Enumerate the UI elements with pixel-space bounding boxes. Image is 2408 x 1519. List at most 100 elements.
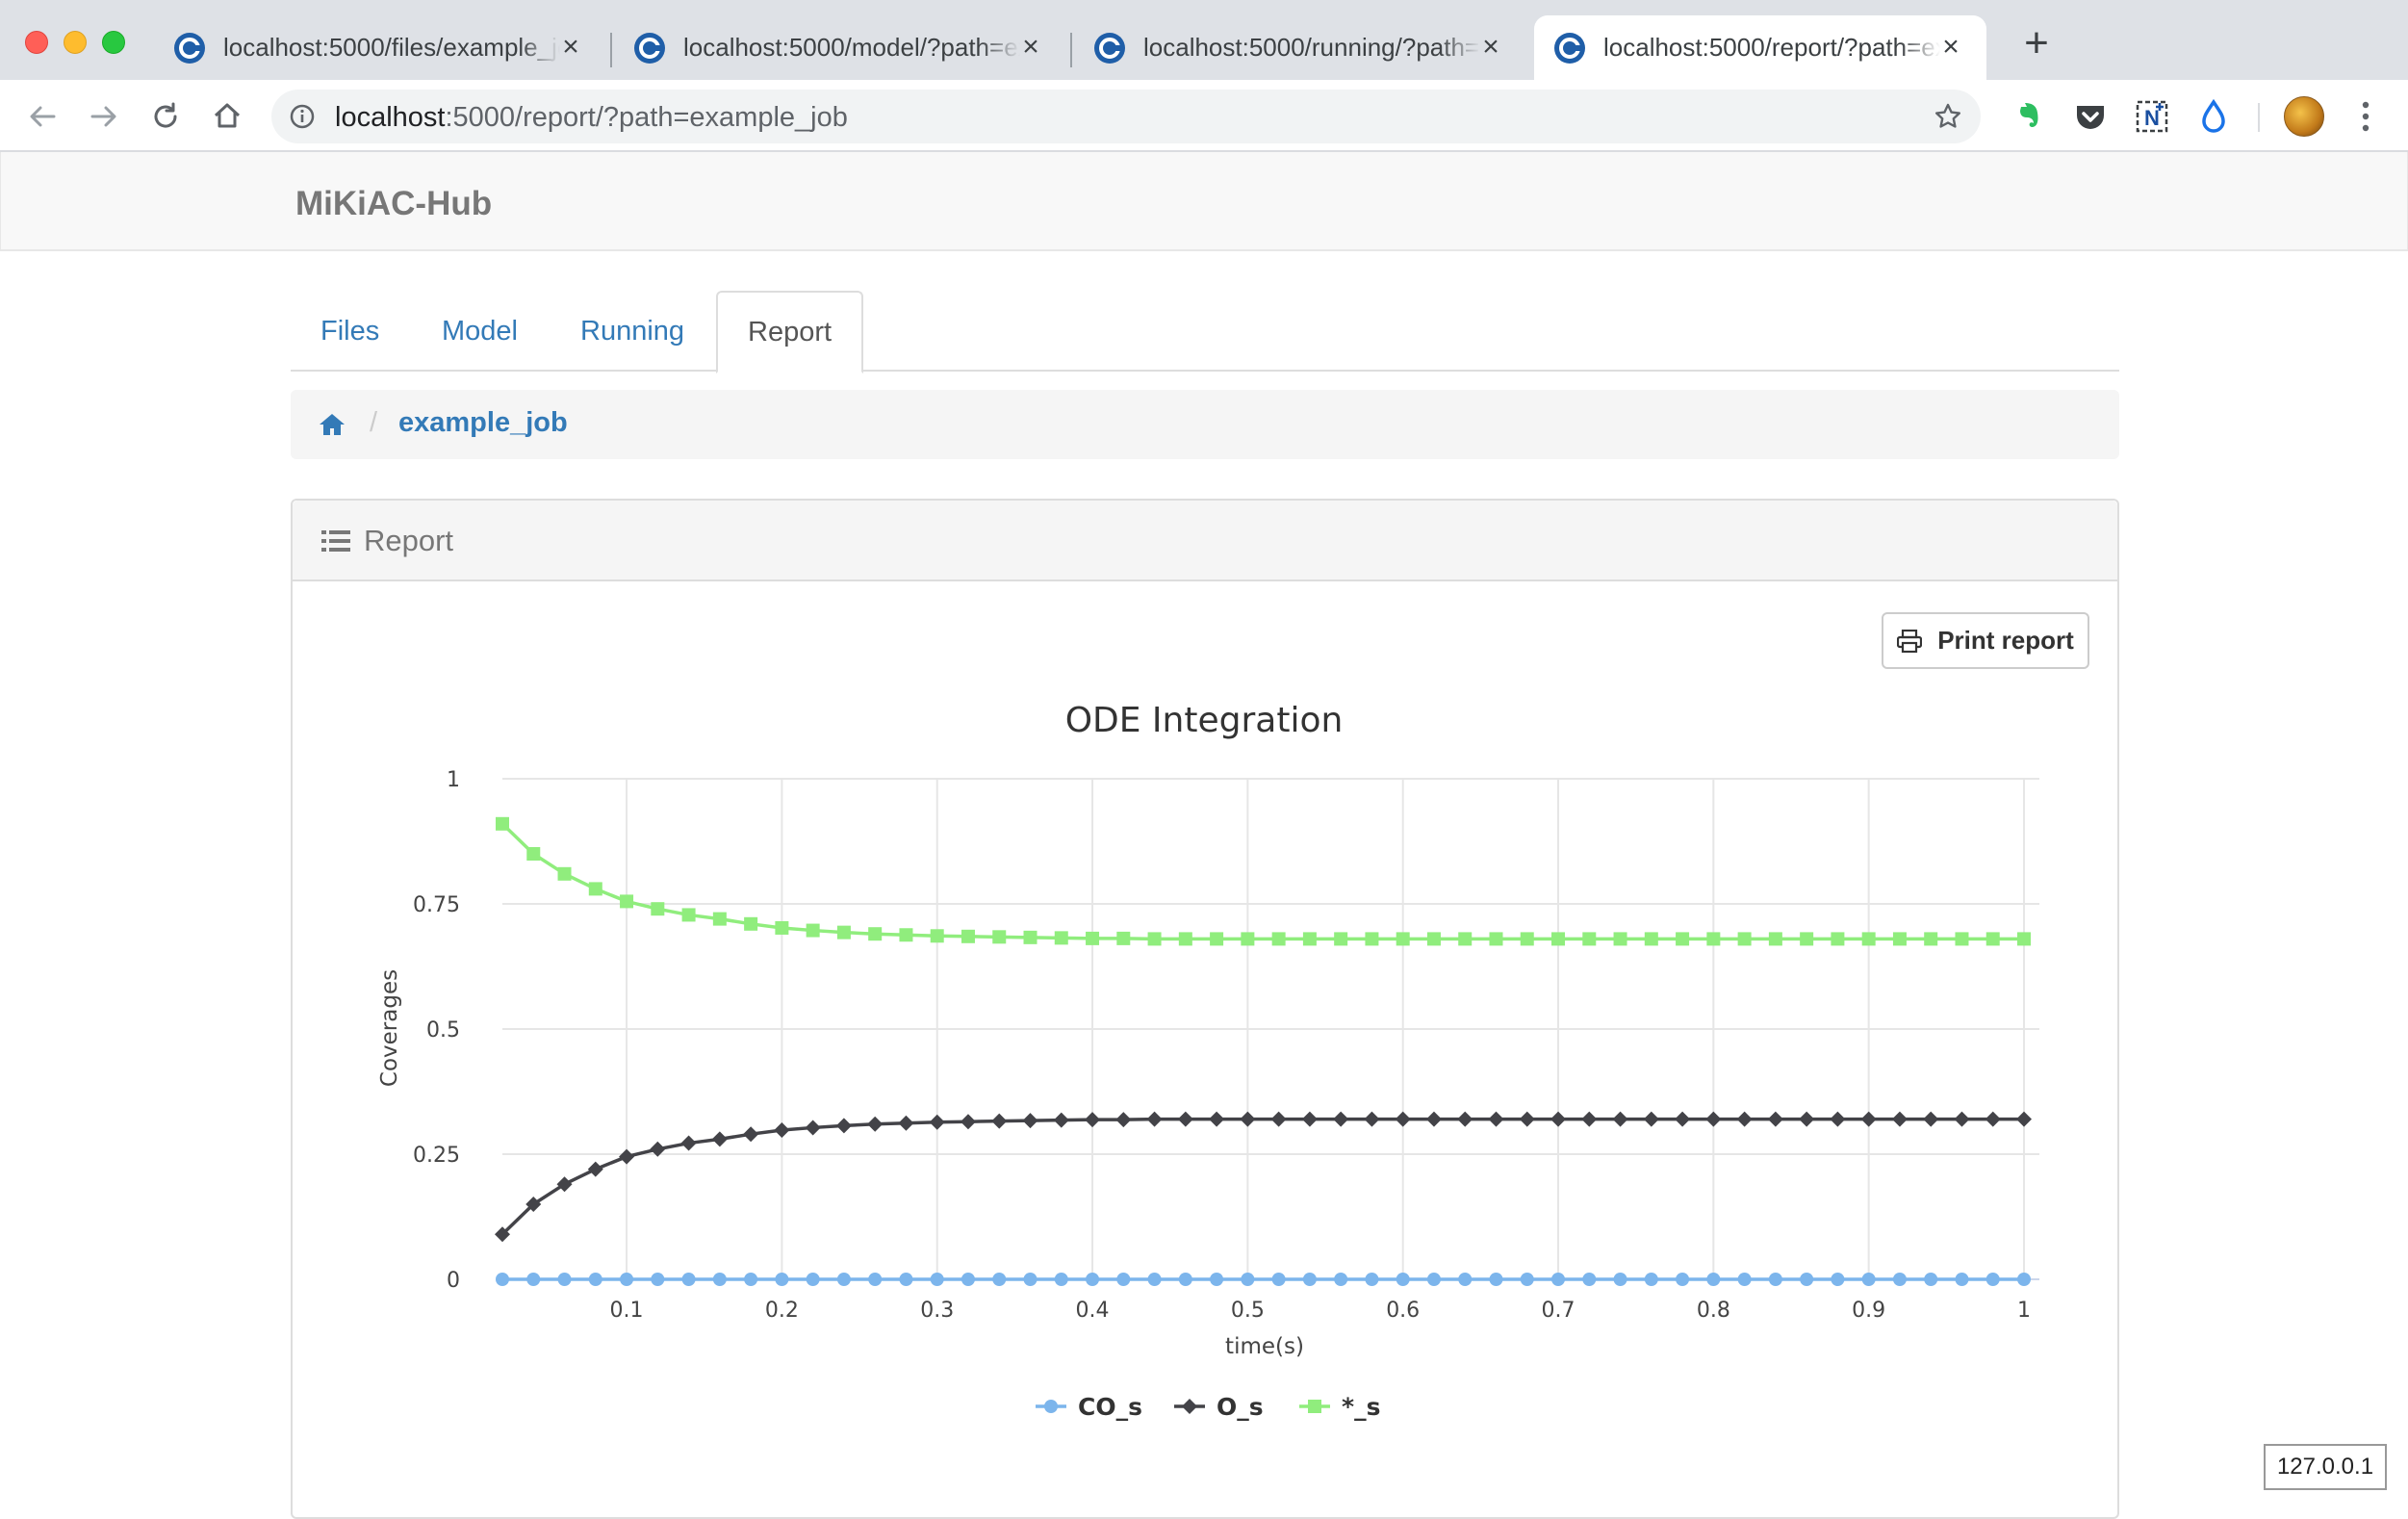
data-point: [1985, 1273, 2000, 1286]
data-point: [1613, 1273, 1627, 1286]
data-point: [1551, 932, 1566, 946]
data-point: [1489, 1273, 1503, 1286]
x-tick-label: 0.6: [1386, 1299, 1420, 1323]
data-point: [712, 912, 727, 926]
data-point: [681, 908, 696, 922]
data-point: [557, 866, 572, 881]
data-point: [1301, 1111, 1318, 1127]
data-point: [1582, 932, 1597, 946]
x-tick-label: 0.9: [1852, 1299, 1885, 1323]
data-point: [836, 1273, 851, 1286]
data-point: [1116, 1273, 1131, 1286]
data-point: [1426, 932, 1441, 946]
legend-item: CO_s: [1036, 1393, 1142, 1421]
data-point: [1985, 1111, 2001, 1127]
data-point: [1551, 1273, 1566, 1286]
data-point: [775, 920, 789, 935]
data-point: [835, 1118, 852, 1134]
data-point: [557, 1273, 572, 1286]
data-point: [1240, 1111, 1256, 1127]
data-point: [1954, 1111, 1970, 1127]
data-point: [1302, 932, 1317, 946]
data-point: [1271, 1273, 1286, 1286]
y-tick-label: 0: [447, 1269, 460, 1293]
legend-marker: [1044, 1400, 1058, 1413]
legend-label: CO_s: [1078, 1393, 1142, 1421]
data-point: [899, 928, 913, 942]
chart-grid: [502, 778, 2039, 1280]
data-point: [1768, 1273, 1782, 1286]
data-point: [991, 1113, 1008, 1129]
data-point: [898, 1115, 914, 1131]
data-point: [2016, 1111, 2032, 1127]
y-tick-label: 0.75: [413, 893, 460, 917]
data-point: [1860, 1111, 1877, 1127]
data-point: [1675, 1111, 1691, 1127]
data-point: [744, 916, 758, 931]
legend-marker: [1182, 1399, 1197, 1414]
data-point: [1768, 932, 1782, 946]
data-point: [1426, 1273, 1441, 1286]
data-point: [2017, 1273, 2031, 1286]
data-point: [1086, 1273, 1100, 1286]
data-point: [992, 1273, 1007, 1286]
legend-item: O_s: [1174, 1393, 1264, 1421]
data-point: [1581, 1111, 1598, 1127]
data-point: [1706, 932, 1721, 946]
x-tick-label: 0.4: [1076, 1299, 1110, 1323]
data-point: [1210, 932, 1224, 946]
data-point: [1458, 1273, 1473, 1286]
data-point: [1270, 1111, 1287, 1127]
legend-label: O_s: [1217, 1393, 1264, 1421]
data-point: [1706, 1273, 1721, 1286]
data-point: [1488, 1111, 1504, 1127]
data-point: [588, 1273, 602, 1286]
x-axis-label: time(s): [1225, 1334, 1304, 1359]
x-tick-label: 0.1: [610, 1299, 644, 1323]
data-point: [1210, 1273, 1224, 1286]
data-point: [899, 1273, 913, 1286]
data-point: [712, 1273, 727, 1286]
data-point: [588, 882, 602, 896]
data-point: [1364, 1111, 1380, 1127]
data-point: [805, 1120, 821, 1136]
chart-legend: CO_s O_s *_s: [1036, 1393, 1380, 1421]
data-point: [1924, 932, 1938, 946]
data-point: [1053, 1112, 1069, 1128]
data-point: [1023, 930, 1037, 944]
data-point: [743, 1126, 759, 1143]
data-point: [2017, 932, 2031, 946]
data-point: [836, 925, 851, 940]
series-line: [500, 822, 2024, 941]
data-point: [960, 1114, 976, 1130]
data-point: [775, 1273, 789, 1286]
data-point: [1861, 932, 1876, 946]
data-point: [1550, 1111, 1567, 1127]
data-point: [1891, 1111, 1908, 1127]
data-point: [620, 894, 634, 909]
data-point: [1241, 932, 1255, 946]
data-point: [1676, 1273, 1690, 1286]
data-point: [1644, 1273, 1658, 1286]
chart-title: ODE Integration: [1065, 701, 1344, 740]
data-point: [1676, 932, 1690, 946]
data-point: [1116, 931, 1131, 945]
data-point: [1861, 1273, 1876, 1286]
data-point: [1520, 932, 1534, 946]
y-tick-label: 0.5: [426, 1018, 460, 1043]
data-point: [1396, 1273, 1410, 1286]
data-point: [1147, 932, 1162, 946]
data-point: [1737, 932, 1752, 946]
data-point: [1643, 1111, 1659, 1127]
series-COs-group: [496, 1273, 2031, 1286]
data-point: [651, 1273, 665, 1286]
data-point: [526, 1273, 541, 1286]
legend-item: *_s: [1299, 1393, 1380, 1421]
data-point: [1831, 932, 1845, 946]
data-point: [806, 1273, 820, 1286]
x-tick-label: 0.7: [1542, 1299, 1575, 1323]
data-point: [1395, 1111, 1411, 1127]
data-point: [1115, 1112, 1132, 1128]
x-tick-label: 1: [2017, 1299, 2031, 1323]
data-point: [1923, 1111, 1939, 1127]
